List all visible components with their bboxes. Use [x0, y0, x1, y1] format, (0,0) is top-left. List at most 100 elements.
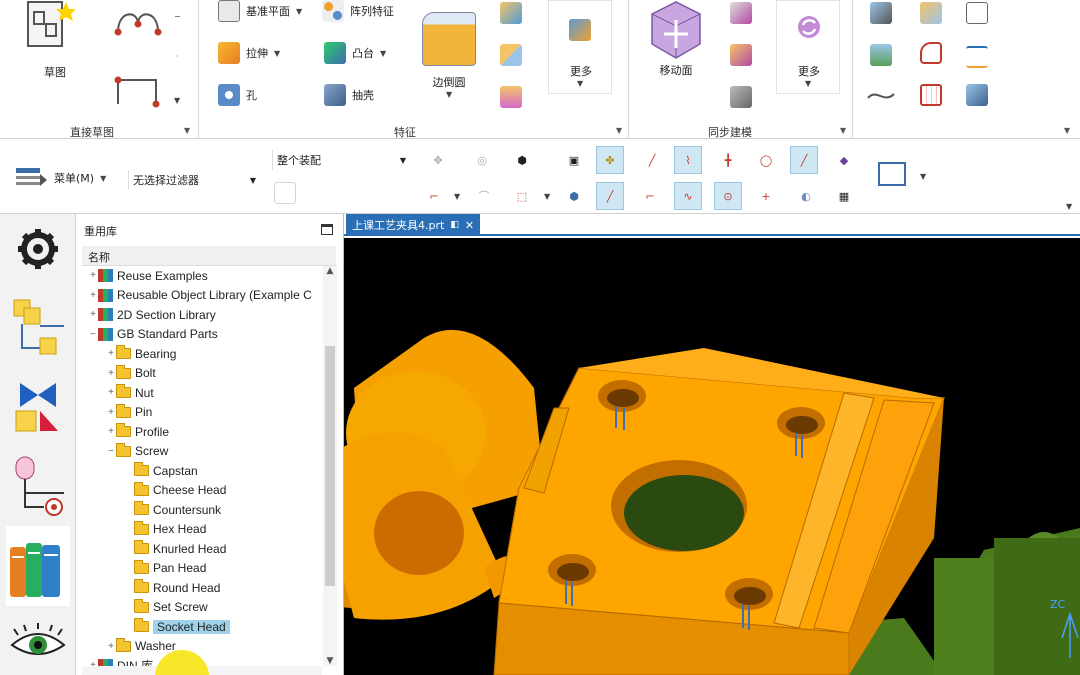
- scrollbar-thumb[interactable]: [325, 346, 335, 586]
- tree-expander-icon[interactable]: +: [106, 407, 116, 418]
- display-icon[interactable]: [966, 2, 988, 24]
- folder-tree-node[interactable]: + Washer: [82, 637, 322, 656]
- point-on-face-icon[interactable]: ◆: [830, 146, 858, 174]
- edge-blend-button[interactable]: 边倒圆 ▼: [418, 8, 480, 104]
- circle-center-icon[interactable]: ⊙: [714, 182, 742, 210]
- trim-body-icon[interactable]: [500, 86, 522, 108]
- select-body-icon[interactable]: ⬢: [508, 146, 536, 174]
- folder-tree-node[interactable]: + Bearing: [82, 344, 322, 363]
- profile-tool-icon[interactable]: [112, 74, 164, 110]
- section-icon[interactable]: [920, 2, 942, 24]
- arc-tool-icon[interactable]: [112, 6, 164, 40]
- extrude-button[interactable]: 拉伸 ▼: [218, 42, 280, 64]
- tree-expander-icon[interactable]: +: [88, 270, 98, 281]
- graphics-viewport[interactable]: ZC: [344, 238, 1080, 675]
- arc-center-icon[interactable]: ◯: [752, 146, 780, 174]
- resize-face-icon[interactable]: [730, 44, 752, 66]
- assembly-navigator-tab[interactable]: [6, 294, 70, 360]
- constraint-navigator-tab[interactable]: [6, 374, 70, 436]
- pattern-feature-button[interactable]: 阵列特征: [322, 0, 394, 22]
- existing-point-icon[interactable]: +: [752, 182, 780, 210]
- tree-expander-icon[interactable]: +: [106, 641, 116, 652]
- show-hide-icon[interactable]: ▣: [560, 146, 588, 174]
- selection-filter-dropdown[interactable]: 无选择过滤器 ▼: [128, 170, 256, 190]
- view-cube-icon[interactable]: ⬢: [560, 182, 588, 210]
- selection-scope-dropdown[interactable]: 整个装配 ▼: [272, 150, 406, 170]
- sketch-more-dropdown[interactable]: −: [174, 12, 181, 21]
- folder-tree-node[interactable]: + Nut: [82, 383, 322, 402]
- vertical-scrollbar[interactable]: ▲ ▼: [323, 266, 337, 666]
- folder-tree-node[interactable]: Pan Head: [82, 559, 322, 578]
- sync-launcher[interactable]: ▼: [840, 126, 846, 135]
- tree-expander-icon[interactable]: +: [106, 368, 116, 379]
- tab-part-file[interactable]: 上课工艺夹具4.prt ◧ ✕: [346, 214, 481, 236]
- reuse-library-tab[interactable]: [6, 526, 70, 606]
- midpoint-icon[interactable]: ╱: [596, 182, 624, 210]
- visualization-tab[interactable]: [6, 618, 70, 668]
- replace-face-icon[interactable]: [730, 2, 752, 24]
- part-navigator-tab[interactable]: [6, 452, 70, 520]
- library-tree-node[interactable]: + Reusable Object Library (Example C: [82, 286, 322, 305]
- folder-tree-node[interactable]: Hex Head: [82, 520, 322, 539]
- folder-tree-node[interactable]: Set Screw: [82, 598, 322, 617]
- measure-icon[interactable]: [870, 2, 892, 24]
- grid-measure-icon[interactable]: [920, 84, 942, 106]
- folder-tree-node[interactable]: Socket Head: [82, 617, 322, 636]
- select-feature-icon[interactable]: [274, 182, 296, 204]
- library-tree-node[interactable]: +2D Section Library: [82, 305, 322, 324]
- angle-measure-icon[interactable]: [920, 42, 942, 64]
- grid-icon[interactable]: ▦: [830, 182, 858, 210]
- tree-expander-icon[interactable]: −: [88, 329, 98, 340]
- draft-icon[interactable]: [500, 2, 522, 24]
- move-handles-icon[interactable]: ✤: [596, 146, 624, 174]
- hole-button[interactable]: 孔: [218, 84, 257, 106]
- menu-button[interactable]: 菜单(M) ▼: [16, 166, 106, 190]
- folder-tree-node[interactable]: Cheese Head: [82, 481, 322, 500]
- folder-tree-node[interactable]: + Bolt: [82, 364, 322, 383]
- view-display-button[interactable]: [878, 162, 906, 186]
- analysis-launcher[interactable]: ▼: [1064, 126, 1070, 135]
- tab-pin-icon[interactable]: ◧: [450, 220, 459, 230]
- folder-tree-node[interactable]: Knurled Head: [82, 539, 322, 558]
- library-tree-node[interactable]: + Reuse Examples: [82, 266, 322, 285]
- shell-button[interactable]: 抽壳: [324, 84, 374, 106]
- folder-tree-node[interactable]: Round Head: [82, 578, 322, 597]
- select-face-icon[interactable]: ✥: [424, 146, 452, 174]
- tree-expander-icon[interactable]: +: [106, 426, 116, 437]
- tree-expander-icon[interactable]: +: [88, 290, 98, 301]
- folder-tree-node[interactable]: + Pin: [82, 403, 322, 422]
- offset-face-icon[interactable]: [870, 44, 892, 66]
- sync-more-button[interactable]: 更多 ▼: [776, 0, 840, 94]
- sketch-gallery-dropdown[interactable]: ▼: [174, 96, 180, 105]
- delete-face-icon[interactable]: [730, 86, 752, 108]
- curve-point-icon[interactable]: ⌐: [636, 182, 664, 210]
- mass-properties-icon[interactable]: [966, 84, 988, 106]
- snap-point-icon[interactable]: ◎: [468, 146, 496, 174]
- combine-icon[interactable]: [500, 44, 522, 66]
- spline-icon[interactable]: ∿: [674, 182, 702, 210]
- snap-icon[interactable]: ⌐: [420, 182, 448, 210]
- roles-tab[interactable]: [6, 222, 70, 276]
- distance-measure-icon[interactable]: [966, 46, 988, 68]
- tree-expander-icon[interactable]: +: [106, 387, 116, 398]
- folder-tree-node[interactable]: Countersunk: [82, 500, 322, 519]
- intersection-icon[interactable]: ╋: [714, 146, 742, 174]
- tangent-icon[interactable]: ╱: [790, 146, 818, 174]
- move-face-button[interactable]: 移动面: [640, 0, 712, 84]
- tree-expander-icon[interactable]: +: [88, 309, 98, 320]
- face-point-icon[interactable]: ◐: [792, 182, 820, 210]
- sketch-more-dropdown-2[interactable]: ·: [176, 52, 179, 61]
- folder-tree-node[interactable]: + Profile: [82, 422, 322, 441]
- close-icon[interactable]: ✕: [465, 219, 474, 232]
- folder-tree-node[interactable]: − Screw: [82, 442, 322, 461]
- curve-icon[interactable]: [866, 86, 896, 106]
- bounding-box-icon[interactable]: ⬚: [508, 182, 536, 210]
- folder-tree-node[interactable]: Capstan: [82, 461, 322, 480]
- column-header-name[interactable]: 名称: [82, 246, 336, 266]
- polyline-icon[interactable]: ⌇: [674, 146, 702, 174]
- line-endpoint-icon[interactable]: ╱: [638, 146, 666, 174]
- feature-launcher[interactable]: ▼: [616, 126, 622, 135]
- maximize-icon[interactable]: [321, 224, 333, 235]
- sketch-button[interactable]: 草图: [18, 0, 78, 82]
- library-tree-node[interactable]: − GB Standard Parts: [82, 325, 322, 344]
